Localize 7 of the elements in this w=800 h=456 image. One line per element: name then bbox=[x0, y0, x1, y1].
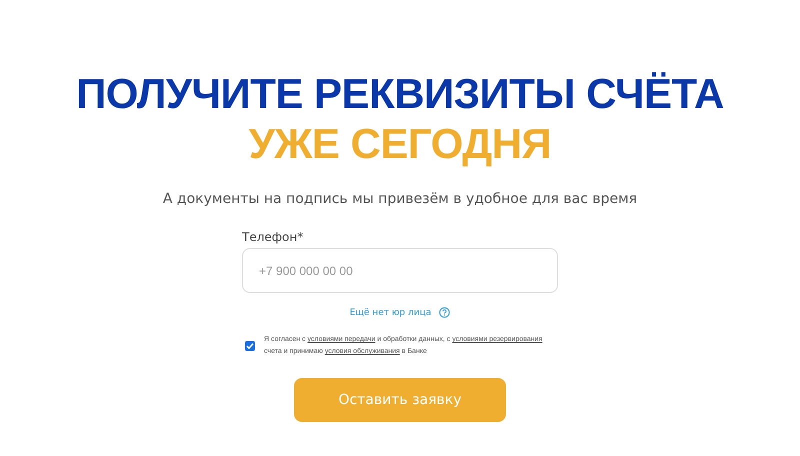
help-icon[interactable] bbox=[439, 307, 450, 318]
heading: ПОЛУЧИТЕ РЕКВИЗИТЫ СЧЁТА bbox=[76, 70, 724, 118]
checkbox[interactable] bbox=[245, 341, 255, 351]
heading: УЖЕ СЕГОДНЯ bbox=[248, 120, 552, 168]
subtitle: А документы на подпись мы привезём в удобное для вас время bbox=[162, 190, 638, 208]
field-label: Телефон* bbox=[242, 230, 304, 244]
phone-field[interactable]: +7 900 000 00 00 bbox=[242, 248, 558, 293]
